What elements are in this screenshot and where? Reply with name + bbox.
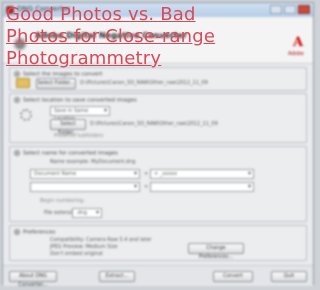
extract-button[interactable]: Extract...	[99, 271, 135, 282]
begin-numbering-label: Begin numbering:	[40, 198, 85, 204]
select-folder-button-1[interactable]: Select Folder...	[36, 78, 76, 89]
section4-header: Preferences	[14, 229, 55, 236]
window-controls	[270, 5, 310, 14]
quit-button[interactable]: Quit	[271, 271, 307, 282]
section2-header: Select location to save converted images	[14, 97, 137, 104]
gear-icon	[20, 109, 32, 121]
section2-label: Select location to save converted images	[23, 97, 137, 104]
file-extension-select[interactable]: .dng	[72, 208, 102, 218]
section-save-location: Select location to save converted images…	[9, 93, 307, 143]
section4-radio[interactable]	[14, 229, 20, 235]
section4-label: Preferences	[23, 229, 56, 236]
adobe-brand-label: Adobe	[288, 51, 304, 57]
pref-jpeg-preview: JPEG Preview: Medium Size	[50, 244, 118, 250]
name-part-4-select[interactable]	[150, 182, 254, 192]
section1-label: Select the images to convert	[23, 71, 103, 78]
save-location-select[interactable]: Save in Same Location	[50, 106, 110, 122]
plus-sign-1: +	[144, 171, 149, 177]
name-part-1-select[interactable]: Document Name	[30, 169, 140, 179]
section1-path: D:\Pictures\Canon_5D_RAW\Other_raw\2012_…	[80, 80, 208, 86]
change-preferences-button[interactable]: Change Preferences...	[188, 243, 244, 260]
adobe-logo-icon: A	[292, 35, 304, 50]
name-example: Name example: MyDocument.dng	[50, 159, 136, 165]
folder-icon	[16, 78, 30, 88]
about-button[interactable]: About DNG Converter...	[9, 271, 57, 288]
footer-bar: About DNG Converter... Extract... Conver…	[3, 265, 313, 288]
name-part-3-select[interactable]	[30, 182, 140, 192]
section2-path: D:\Pictures\Canon_5D_RAW\Other_raw\2012_…	[90, 121, 218, 127]
section-name-images: Select name for converted images Name ex…	[9, 146, 307, 222]
section-preferences: Preferences Compatibility: Camera Raw 5.…	[9, 225, 307, 261]
section3-label: Select name for converted images	[23, 150, 118, 157]
close-button[interactable]	[298, 5, 310, 14]
section3-radio[interactable]	[14, 150, 20, 156]
section1-header: Select the images to convert	[14, 71, 102, 78]
pref-compatibility: Compatibility: Camera Raw 5.4 and later	[50, 237, 152, 243]
minimize-button[interactable]	[270, 5, 282, 14]
select-folder-button-2[interactable]: Select Folder...	[50, 119, 86, 136]
section3-header: Select name for converted images	[14, 150, 118, 157]
name-part-2-select[interactable]: + _xxxxx	[150, 169, 254, 179]
plus-sign-2: +	[144, 184, 149, 190]
maximize-button[interactable]	[284, 5, 296, 14]
article-title-link[interactable]: Good Photos vs. Bad Photos for Close-ran…	[6, 4, 262, 70]
convert-button[interactable]: Convert	[213, 271, 253, 282]
section2-radio[interactable]	[14, 97, 20, 103]
section1-radio[interactable]	[14, 71, 20, 77]
section-select-images: Select the images to convert Select Fold…	[9, 67, 307, 91]
preserve-subfolders-label: Preserve subfolders	[54, 133, 104, 139]
pref-embed: Don't embed original	[50, 251, 103, 257]
